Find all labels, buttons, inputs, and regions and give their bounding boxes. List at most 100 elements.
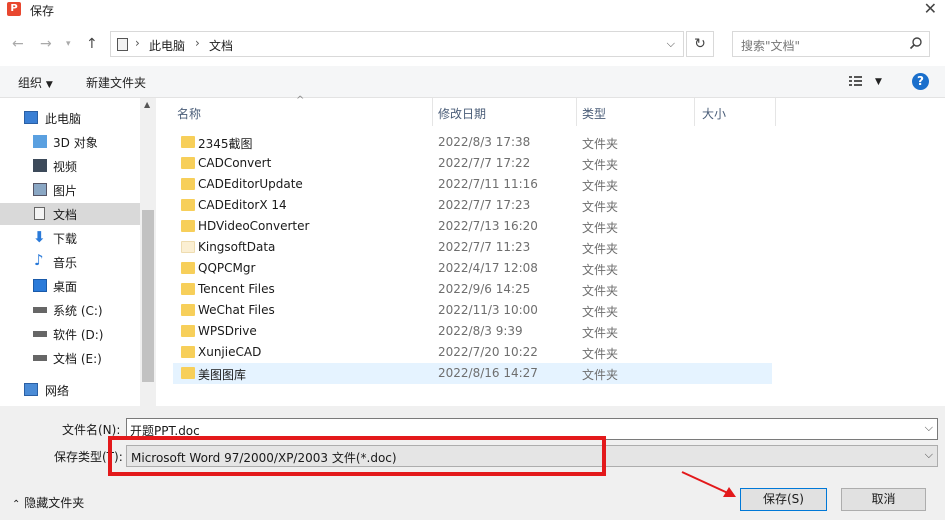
table-row[interactable]: QQPCMgr 2022/4/17 12:08 文件夹 [173,258,772,279]
column-header-modified[interactable]: 修改日期 [433,98,576,126]
column-header-label: 名称 [177,107,202,121]
forward-arrow-icon[interactable]: → [40,36,52,52]
command-bar: 组织 ▼ 新建文件夹 ▼ ? [0,66,945,98]
breadcrumb-documents[interactable]: 文档 [209,37,233,54]
file-name-cell: CADEditorX 14 [198,198,287,212]
table-row[interactable]: HDVideoConverter 2022/7/13 16:20 文件夹 [173,216,772,237]
file-type-cell: 文件夹 [582,284,619,298]
organize-button[interactable]: 组织 ▼ [18,74,53,91]
nav-item-label: 文档 [53,208,78,222]
document-icon [34,207,45,220]
nav-item-label: 此电脑 [45,112,82,126]
recent-dropdown-icon[interactable]: ▾ [66,39,71,49]
file-name-cell: QQPCMgr [198,261,256,275]
search-placeholder: 搜索"文档" [741,39,801,53]
nav-scrollbar[interactable]: ▲ [140,98,156,406]
nav-item-pictures[interactable]: 图片 [0,179,140,201]
file-date-cell: 2022/8/16 14:27 [438,366,538,380]
nav-item-network[interactable]: 网络 [0,379,140,401]
table-row[interactable]: WPSDrive 2022/8/3 9:39 文件夹 [173,321,772,342]
file-date-cell: 2022/11/3 10:00 [438,303,538,317]
file-date-cell: 2022/7/11 11:16 [438,177,538,191]
chevron-down-icon[interactable]: ⌵ [667,37,675,51]
cancel-button[interactable]: 取消 [841,488,926,511]
chevron-down-icon[interactable]: ⌵ [925,448,933,462]
drive-icon [33,355,47,361]
refresh-icon[interactable]: ↻ [686,31,714,57]
nav-item-3d-objects[interactable]: 3D 对象 [0,131,140,153]
breadcrumb-separator-icon[interactable]: › [195,36,200,50]
help-icon[interactable]: ? [912,73,929,90]
up-arrow-icon[interactable]: ↑ [86,36,98,52]
video-icon [33,159,47,172]
folder-icon [181,241,195,253]
red-highlight-box [108,436,606,476]
download-icon: ⬇ [33,228,46,246]
table-row[interactable]: Tencent Files 2022/9/6 14:25 文件夹 [173,279,772,300]
file-type-cell: 文件夹 [582,368,619,382]
table-row[interactable]: CADConvert 2022/7/7 17:22 文件夹 [173,153,772,174]
nav-item-desktop[interactable]: 桌面 [0,275,140,297]
close-icon[interactable]: ✕ [924,0,937,18]
address-row: ← → ▾ ↑ › 此电脑 › 文档 ⌵ ↻ 搜索"文档" [0,26,945,62]
nav-item-drive-e[interactable]: 文档 (E:) [0,347,140,369]
folder-icon [181,157,195,169]
file-date-cell: 2022/7/13 16:20 [438,219,538,233]
table-row[interactable]: XunjieCAD 2022/7/20 10:22 文件夹 [173,342,772,363]
file-name-cell: WeChat Files [198,303,275,317]
file-type-cell: 文件夹 [582,179,619,193]
3d-objects-icon [33,135,47,148]
drive-icon [33,307,47,313]
new-folder-button[interactable]: 新建文件夹 [86,74,146,91]
column-header-name[interactable]: 名称 ^ [156,95,432,126]
view-options-icon[interactable] [848,74,866,88]
view-dropdown-icon[interactable]: ▼ [875,77,882,87]
file-type-cell: 文件夹 [582,242,619,256]
file-date-cell: 2022/7/7 17:22 [438,156,531,170]
table-row[interactable]: KingsoftData 2022/7/7 11:23 文件夹 [173,237,772,258]
nav-item-drive-c[interactable]: 系统 (C:) [0,299,140,321]
folder-icon [181,367,195,379]
hide-folders-toggle[interactable]: ⌃ 隐藏文件夹 [12,494,84,511]
nav-item-documents[interactable]: 文档 [0,203,140,225]
column-header-label: 大小 [702,107,727,121]
nav-item-music[interactable]: ♪ 音乐 [0,251,140,273]
nav-item-downloads[interactable]: ⬇ 下载 [0,227,140,249]
table-row[interactable]: CADEditorUpdate 2022/7/11 11:16 文件夹 [173,174,772,195]
nav-item-drive-d[interactable]: 软件 (D:) [0,323,140,345]
table-row[interactable]: 美图图库 2022/8/16 14:27 文件夹 [173,363,772,384]
address-bar[interactable]: › 此电脑 › 文档 ⌵ [110,31,684,57]
chevron-up-icon: ⌃ [12,499,21,510]
save-button[interactable]: 保存(S) [740,488,827,511]
file-date-cell: 2022/7/20 10:22 [438,345,538,359]
file-type-cell: 文件夹 [582,263,619,277]
breadcrumb-this-pc[interactable]: 此电脑 [149,37,185,54]
file-date-cell: 2022/8/3 17:38 [438,135,531,149]
hide-folders-label: 隐藏文件夹 [24,496,85,510]
nav-item-this-pc[interactable]: 此电脑 [0,107,140,129]
file-list: 名称 ^ 修改日期 类型 大小 2345截图 2022/8/3 17:38 文件夹 C… [156,95,945,406]
search-input[interactable]: 搜索"文档" [732,31,930,57]
folder-icon [181,220,195,232]
nav-item-label: 音乐 [53,256,78,270]
breadcrumb-separator-icon[interactable]: › [135,36,140,50]
chevron-down-icon[interactable]: ⌵ [925,421,933,435]
column-header-type[interactable]: 类型 [577,98,694,126]
table-row[interactable]: CADEditorX 14 2022/7/7 17:23 文件夹 [173,195,772,216]
red-arrow-annotation [681,471,736,497]
file-type-cell: 文件夹 [582,347,619,361]
back-arrow-icon[interactable]: ← [12,36,24,52]
search-icon [909,37,922,50]
column-divider[interactable] [775,98,776,126]
nav-item-label: 文档 (E:) [53,352,102,366]
folder-icon [181,283,195,295]
folder-icon [181,178,195,190]
column-header-size[interactable]: 大小 [695,98,775,126]
column-header-label: 类型 [582,107,607,121]
folder-icon [181,304,195,316]
nav-scrollbar-thumb[interactable] [142,210,154,382]
scroll-up-icon[interactable]: ▲ [144,100,150,109]
table-row[interactable]: 2345截图 2022/8/3 17:38 文件夹 [173,132,772,153]
table-row[interactable]: WeChat Files 2022/11/3 10:00 文件夹 [173,300,772,321]
nav-item-videos[interactable]: 视频 [0,155,140,177]
